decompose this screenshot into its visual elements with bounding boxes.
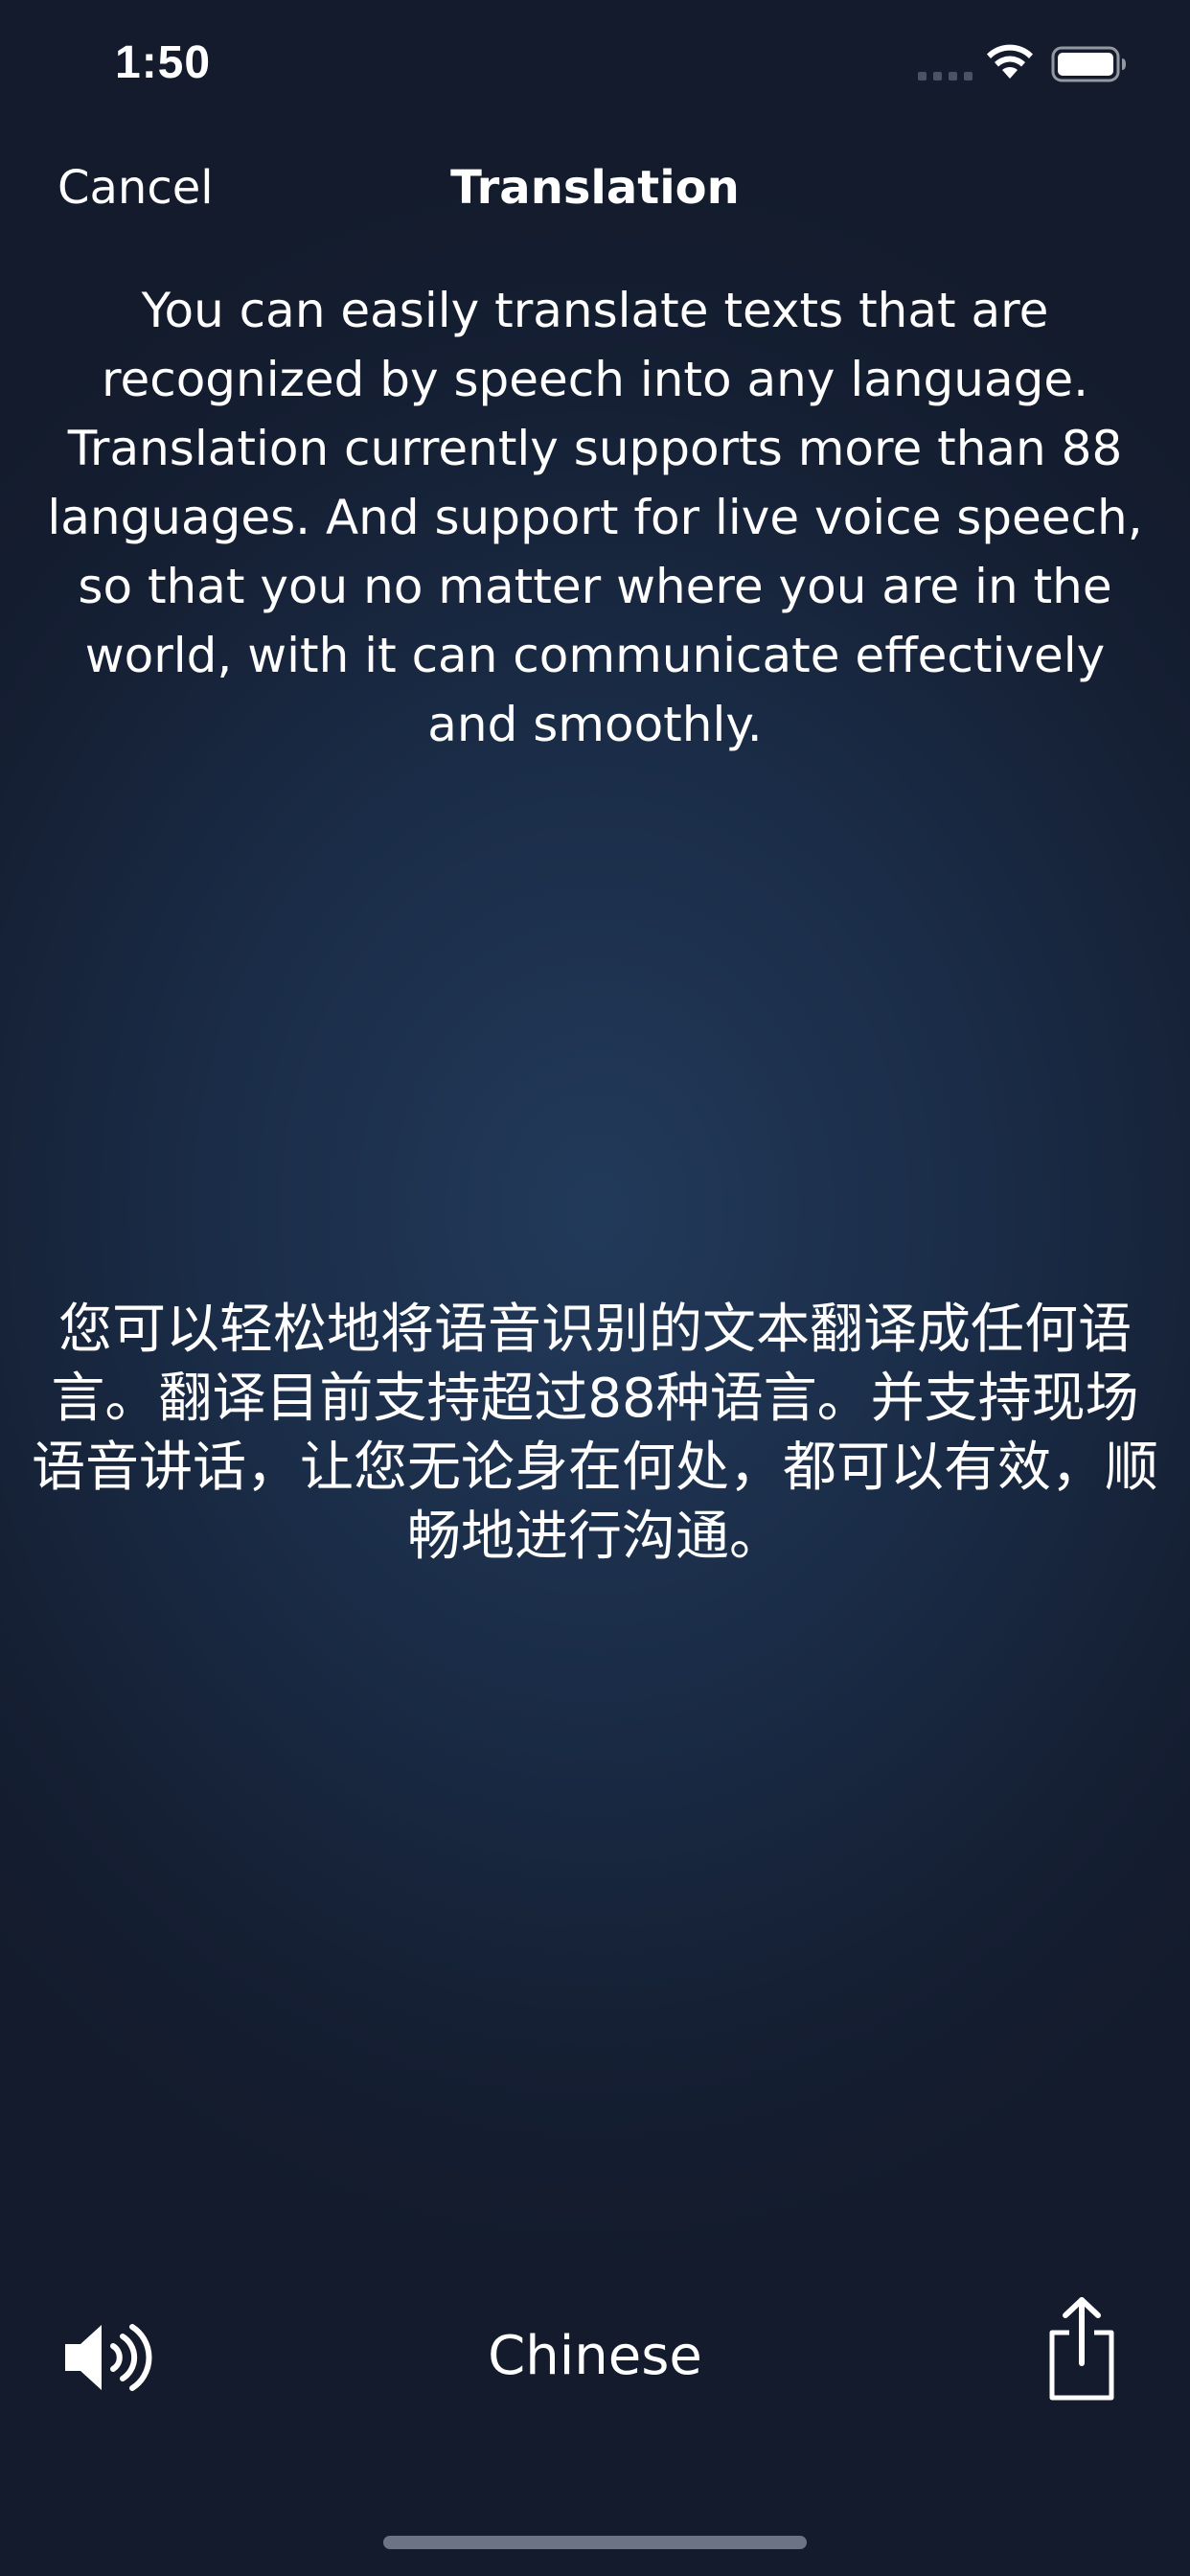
- status-bar: 1:50: [0, 0, 1190, 134]
- page-title: Translation: [450, 161, 740, 215]
- navigation-bar: Cancel Translation: [0, 144, 1190, 240]
- target-language-button[interactable]: Chinese: [0, 2325, 1190, 2387]
- share-icon[interactable]: [1044, 2296, 1119, 2402]
- home-indicator[interactable]: [383, 2536, 807, 2549]
- translated-text: 您可以轻松地将语音识别的文本翻译成任何语言。翻译目前支持超过88种语言。并支持现…: [32, 1299, 1158, 1568]
- status-time: 1:50: [115, 37, 212, 88]
- bottom-toolbar: Chinese: [0, 2290, 1190, 2425]
- wifi-icon: [987, 44, 1033, 79]
- battery-icon: [1051, 46, 1126, 82]
- source-text: You can easily translate texts that are …: [47, 283, 1143, 752]
- cellular-signal-icon: [918, 72, 973, 80]
